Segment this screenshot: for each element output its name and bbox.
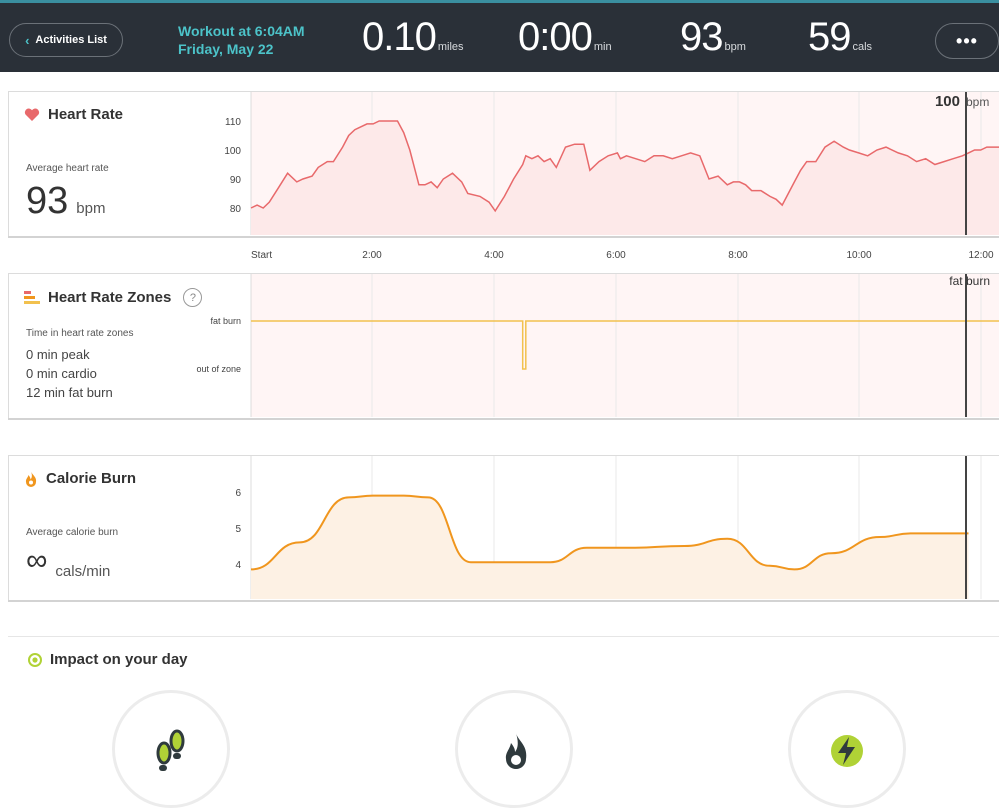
x-tick-label: 4:00 <box>484 250 504 261</box>
x-tick-label: 10:00 <box>846 250 871 261</box>
impact-active-minutes[interactable] <box>788 690 906 808</box>
target-icon <box>28 652 42 667</box>
calorie-flame-icon <box>505 733 527 769</box>
hr-y-tick-label: 110 <box>225 117 241 128</box>
zone-y-label: fat burn <box>210 316 241 326</box>
cal-y-tick-label: 6 <box>235 488 241 499</box>
x-tick-label: 12:00 <box>968 250 993 261</box>
impact-title: Impact on your day <box>28 651 188 668</box>
impact-calories[interactable] <box>455 690 573 808</box>
x-tick-label: 8:00 <box>728 250 748 261</box>
zones-cursor-label: fat burn <box>949 274 990 288</box>
impact-steps[interactable] <box>112 690 230 808</box>
charts-layer: 80 90 100 110 Start 2:00 4:00 6:00 8:00 10:00 12:0… <box>196 92 999 599</box>
cal-y-tick-label: 5 <box>235 524 241 535</box>
hr-y-tick-label: 80 <box>230 204 242 215</box>
impact-title-text: Impact on your day <box>50 651 188 668</box>
impact-divider <box>8 636 999 637</box>
hr-cursor-unit: bpm <box>966 95 989 109</box>
hr-y-tick-label: 100 <box>224 146 241 157</box>
x-tick-label: 6:00 <box>606 250 626 261</box>
hr-cursor-value: 100 <box>935 93 960 110</box>
footsteps-icon <box>156 729 185 771</box>
x-tick-label: 2:00 <box>362 250 382 261</box>
zone-y-label: out of zone <box>196 364 241 374</box>
zones-plot-area <box>251 274 999 417</box>
cal-y-tick-label: 4 <box>235 560 241 571</box>
hr-y-tick-label: 90 <box>230 175 242 186</box>
lightning-icon <box>831 735 863 767</box>
x-tick-label: Start <box>251 250 272 261</box>
